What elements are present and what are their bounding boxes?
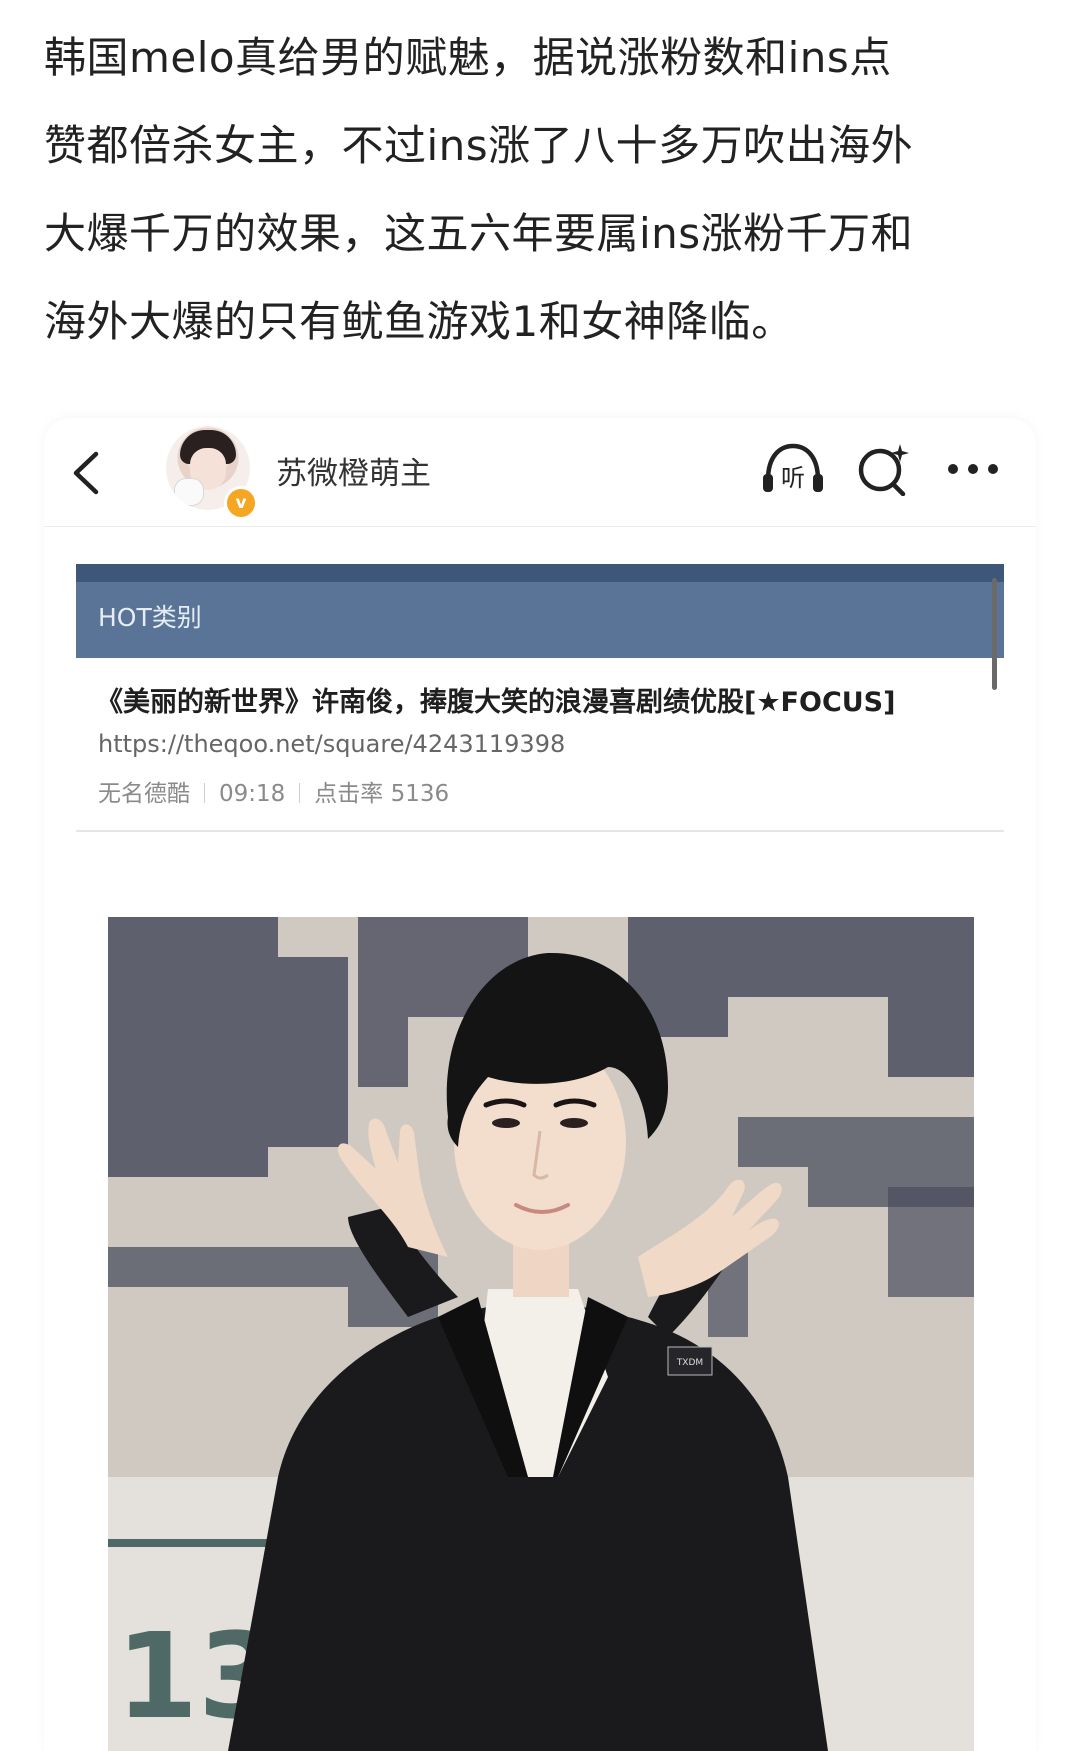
- username[interactable]: 苏微橙萌主: [276, 448, 431, 493]
- search-ai-icon[interactable]: [856, 442, 912, 496]
- listen-icon[interactable]: 听: [760, 442, 826, 496]
- verified-badge-icon: v: [224, 486, 258, 520]
- listen-label: 听: [781, 464, 805, 492]
- weibo-top-bar: v 苏微橙萌主 听: [44, 418, 1036, 527]
- post-meta: 无名德酷 09:18 点击率 5136: [98, 774, 449, 808]
- scrollbar-thumb[interactable]: [992, 578, 997, 690]
- meta-divider: [204, 783, 205, 803]
- suit-patch: TXDM: [676, 1358, 703, 1368]
- caption-line: 韩国melo真给男的赋魅，据说涨粉数和ins点: [44, 33, 892, 82]
- post-category[interactable]: HOT类别: [98, 598, 202, 634]
- post-author: 无名德酷: [98, 781, 190, 807]
- actor-photo[interactable]: 13일 [ TXDM: [108, 917, 974, 1751]
- embedded-screenshot-card: v 苏微橙萌主 听 HOT类别 《美丽的新世界》许南俊，捧腹大笑的浪漫喜剧绩优股…: [44, 418, 1036, 1751]
- post-category-bar: HOT类别: [76, 564, 1004, 658]
- post-views: 点击率 5136: [314, 781, 450, 807]
- meta-divider: [299, 783, 301, 803]
- post-time: 09:18: [219, 781, 286, 807]
- post-caption: 韩国melo真给男的赋魅，据说涨粉数和ins点 赞都倍杀女主，不过ins涨了八十…: [44, 14, 1044, 366]
- caption-line: 大爆千万的效果，这五六年要属ins涨粉千万和: [44, 209, 914, 258]
- divider: [76, 830, 1004, 832]
- back-icon[interactable]: [66, 450, 106, 496]
- post-url[interactable]: https://theqoo.net/square/4243119398: [98, 730, 565, 758]
- caption-line: 赞都倍杀女主，不过ins涨了八十多万吹出海外: [44, 121, 914, 170]
- post-title[interactable]: 《美丽的新世界》许南俊，捧腹大笑的浪漫喜剧绩优股[★FOCUS]: [96, 680, 895, 719]
- more-icon[interactable]: [946, 462, 1000, 476]
- caption-line: 海外大爆的只有鱿鱼游戏1和女神降临。: [44, 297, 794, 346]
